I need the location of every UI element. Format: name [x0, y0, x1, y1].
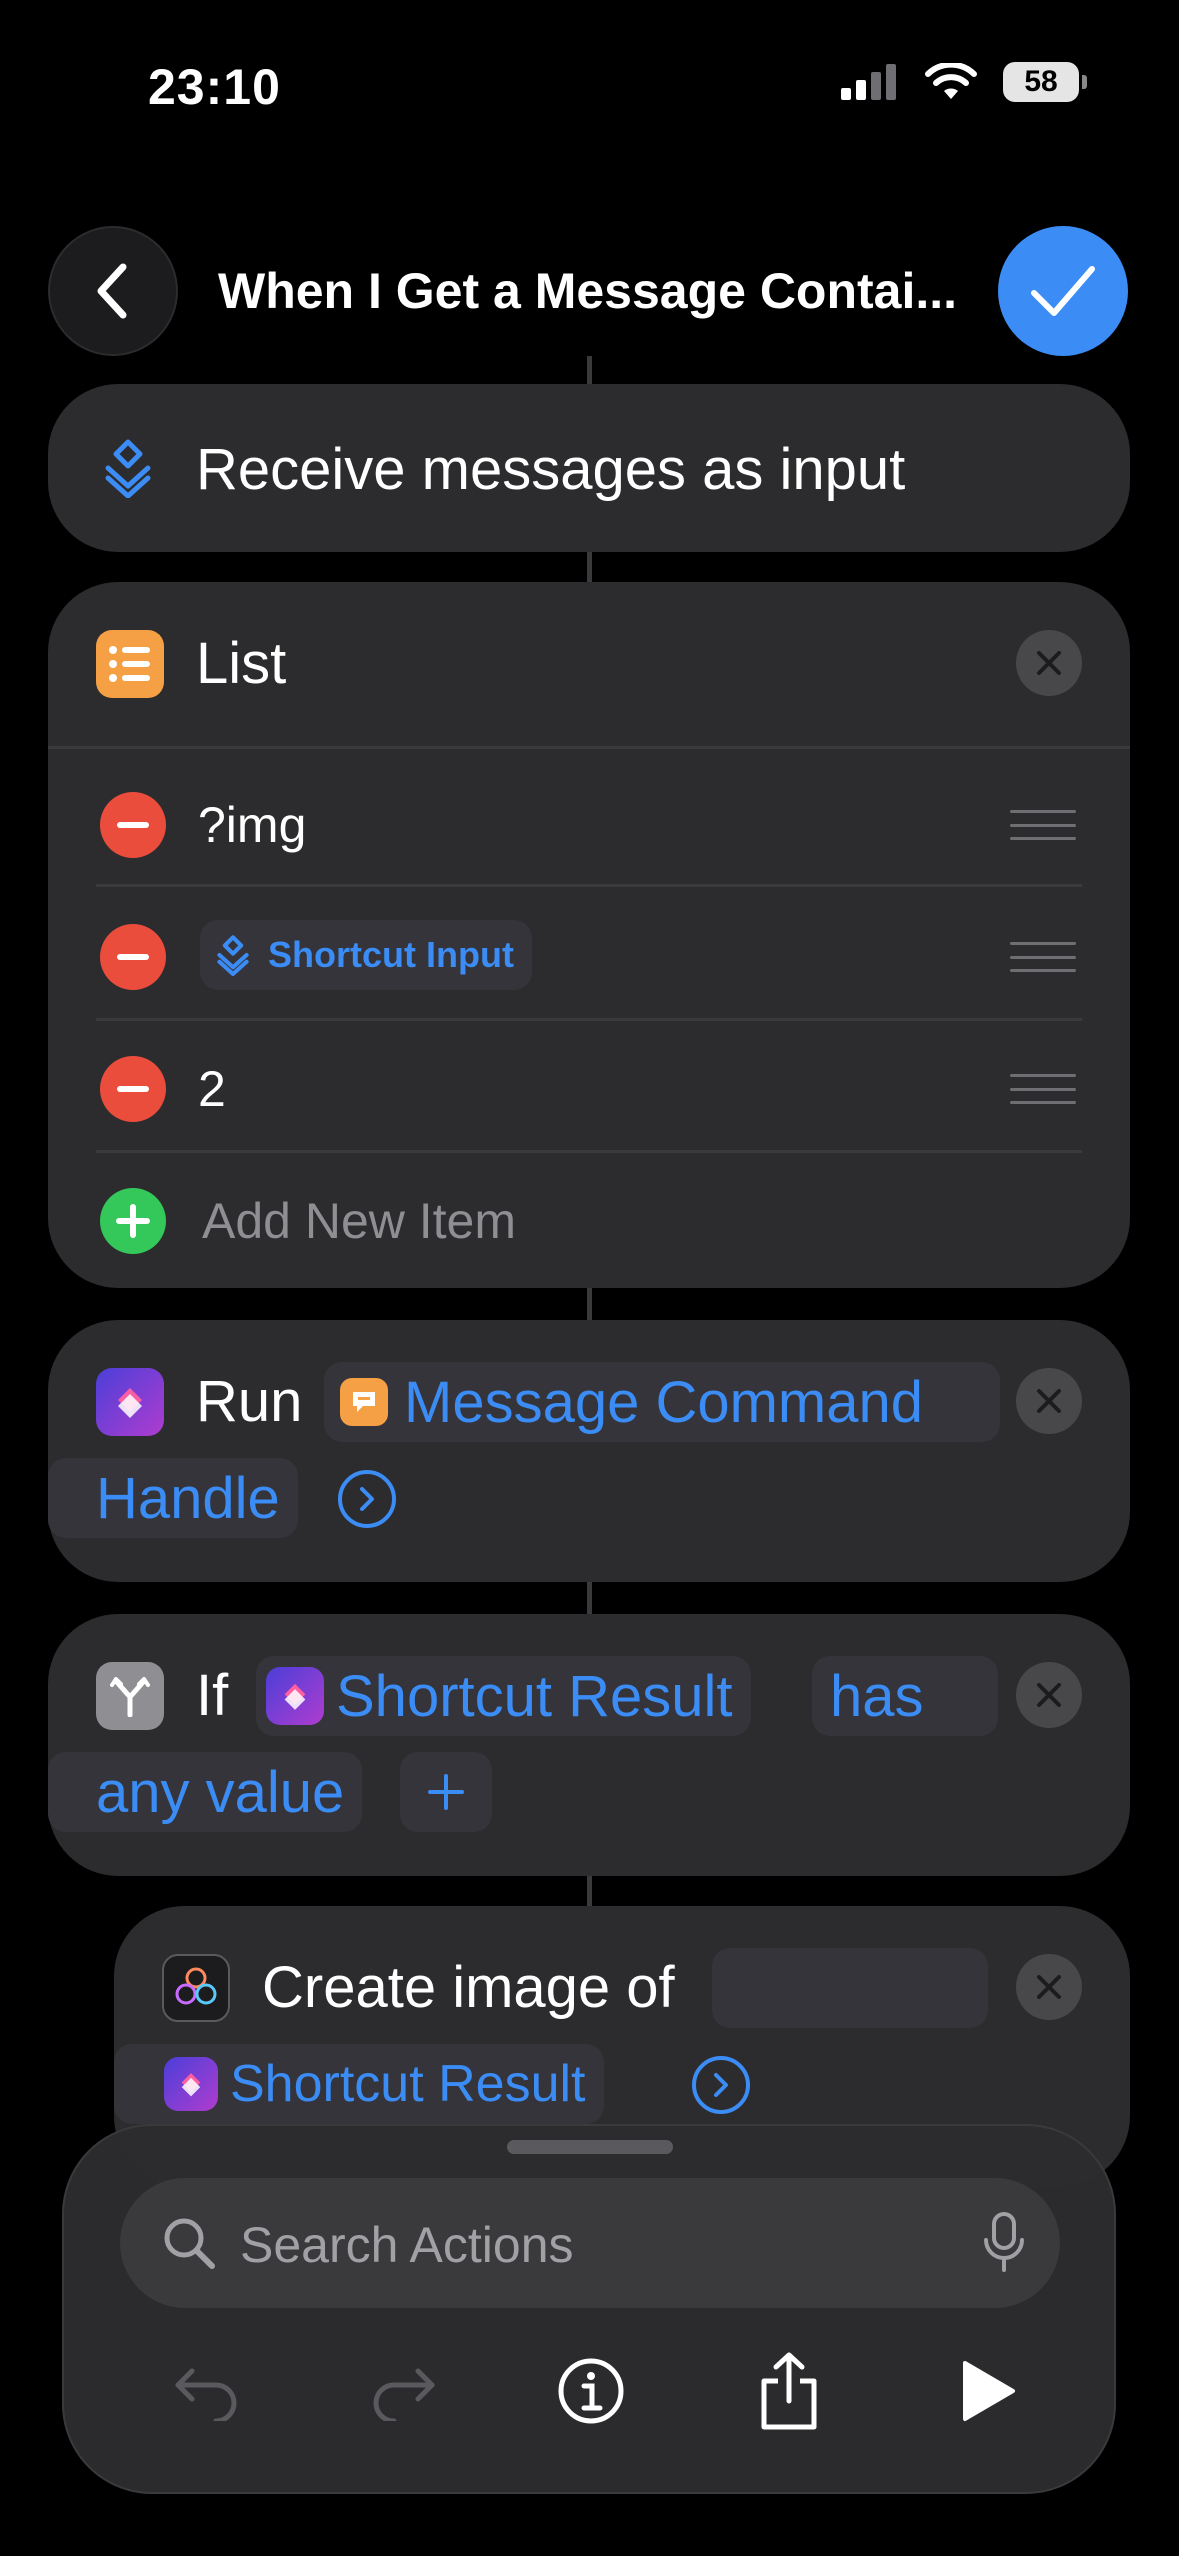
shortcut-input-icon [217, 935, 249, 976]
shortcut-result-token[interactable]: Shortcut Result [114, 2044, 604, 2124]
if-variable-label: Shortcut Result [336, 1663, 733, 1729]
close-icon [1037, 1389, 1061, 1413]
drag-handle-icon[interactable] [1010, 1074, 1076, 1104]
remove-item-button[interactable] [100, 1056, 166, 1122]
shortcut-name-line-1: Message Command [404, 1369, 923, 1435]
create-image-label: Create image of [262, 1955, 675, 2020]
plus-icon [428, 1774, 464, 1810]
search-placeholder: Search Actions [240, 2217, 574, 2273]
shortcut-name-line-2: Handle [96, 1465, 280, 1531]
remove-item-button[interactable] [100, 792, 166, 858]
token-label: Shortcut Input [268, 934, 514, 975]
run-shortcut-card: Run Message Command Handle [48, 1320, 1130, 1582]
play-icon [963, 2361, 1015, 2421]
flow-connector [587, 552, 592, 582]
expand-options-button[interactable] [338, 1470, 396, 1528]
cellular-signal-icon [841, 64, 896, 100]
create-variable-label: Shortcut Result [230, 2055, 586, 2113]
branch-icon [96, 1662, 164, 1730]
redo-icon [373, 2368, 435, 2421]
receive-input-card[interactable]: Receive messages as input [48, 384, 1130, 552]
if-verb: If [196, 1663, 229, 1728]
item-divider [96, 884, 1082, 887]
header-divider [48, 746, 1130, 749]
shortcut-editor-screen: 23:10 58 When I Get a Message Contai... [0, 0, 1179, 2556]
checkmark-icon [1031, 266, 1095, 316]
chevron-right-icon [714, 2073, 728, 2097]
close-icon [1037, 651, 1061, 675]
shortcut-input-icon [105, 439, 151, 498]
status-time: 23:10 [148, 59, 281, 115]
list-action-card: List ?img Shortcut Input 2 Add New Item [48, 582, 1130, 1288]
share-button[interactable] [734, 2336, 844, 2446]
shortcut-input-token[interactable]: Shortcut Input [200, 920, 532, 990]
item-divider [96, 1018, 1082, 1021]
shortcuts-app-icon [96, 1368, 164, 1436]
empty-parameter-token[interactable] [712, 1948, 988, 2028]
info-button[interactable] [536, 2336, 646, 2446]
expand-options-button[interactable] [692, 2056, 750, 2114]
image-playground-icon [162, 1954, 230, 2022]
close-icon [1037, 1975, 1061, 1999]
search-icon [164, 2218, 215, 2269]
remove-action-button[interactable] [1016, 1954, 1082, 2020]
share-icon [761, 2352, 817, 2430]
condition-line-1: has [830, 1663, 924, 1729]
status-icons: 58 [839, 62, 1087, 102]
remove-action-button[interactable] [1016, 630, 1082, 696]
redo-button[interactable] [348, 2336, 458, 2446]
search-input[interactable]: Search Actions [120, 2178, 1060, 2308]
page-title: When I Get a Message Contai... [218, 263, 958, 319]
list-item-text[interactable]: 2 [198, 1060, 226, 1118]
list-item-text[interactable]: ?img [198, 796, 306, 854]
condition-token-continued[interactable]: any value [48, 1752, 363, 1832]
microphone-icon[interactable] [982, 2212, 1026, 2274]
remove-action-button[interactable] [1016, 1662, 1082, 1728]
condition-line-2: any value [96, 1759, 345, 1825]
remove-action-button[interactable] [1016, 1368, 1082, 1434]
undo-button[interactable] [152, 2336, 262, 2446]
flow-connector [587, 1582, 592, 1614]
if-condition-card: If Shortcut Result has any value [48, 1614, 1130, 1876]
drag-handle-icon[interactable] [1010, 810, 1076, 840]
list-icon [96, 630, 164, 698]
wifi-icon [925, 63, 977, 99]
list-title: List [196, 631, 287, 696]
sheet-grabber[interactable] [507, 2140, 673, 2154]
done-button[interactable] [998, 226, 1128, 356]
item-divider [96, 1150, 1082, 1153]
close-icon [1037, 1683, 1061, 1707]
back-button[interactable] [48, 226, 178, 356]
shortcuts-app-icon [164, 2057, 218, 2111]
flow-connector [587, 1876, 592, 1906]
drag-handle-icon[interactable] [1010, 942, 1076, 972]
remove-item-button[interactable] [100, 924, 166, 990]
run-verb: Run [196, 1369, 303, 1434]
chevron-left-icon [97, 263, 127, 319]
shortcuts-app-icon [266, 1667, 324, 1725]
add-new-item-label[interactable]: Add New Item [202, 1192, 516, 1250]
shortcut-name-token-continued[interactable]: Handle [48, 1458, 298, 1538]
battery-indicator: 58 [1003, 62, 1087, 102]
shortcut-name-token[interactable]: Message Command [324, 1362, 1000, 1442]
receive-input-label: Receive messages as input [196, 437, 906, 502]
plus-icon [116, 1204, 150, 1238]
flow-connector [587, 1288, 592, 1320]
chevron-right-icon [360, 1487, 374, 1511]
message-bubble-icon [340, 1378, 388, 1426]
condition-token[interactable]: has [812, 1656, 998, 1736]
shortcut-result-token[interactable]: Shortcut Result [256, 1656, 751, 1736]
undo-icon [175, 2368, 237, 2421]
add-condition-button[interactable] [400, 1752, 492, 1832]
run-button[interactable] [932, 2336, 1042, 2446]
add-item-button[interactable] [100, 1188, 166, 1254]
flow-connector [587, 356, 592, 384]
actions-sheet: Search Actions [62, 2124, 1116, 2494]
info-icon [558, 2358, 624, 2424]
